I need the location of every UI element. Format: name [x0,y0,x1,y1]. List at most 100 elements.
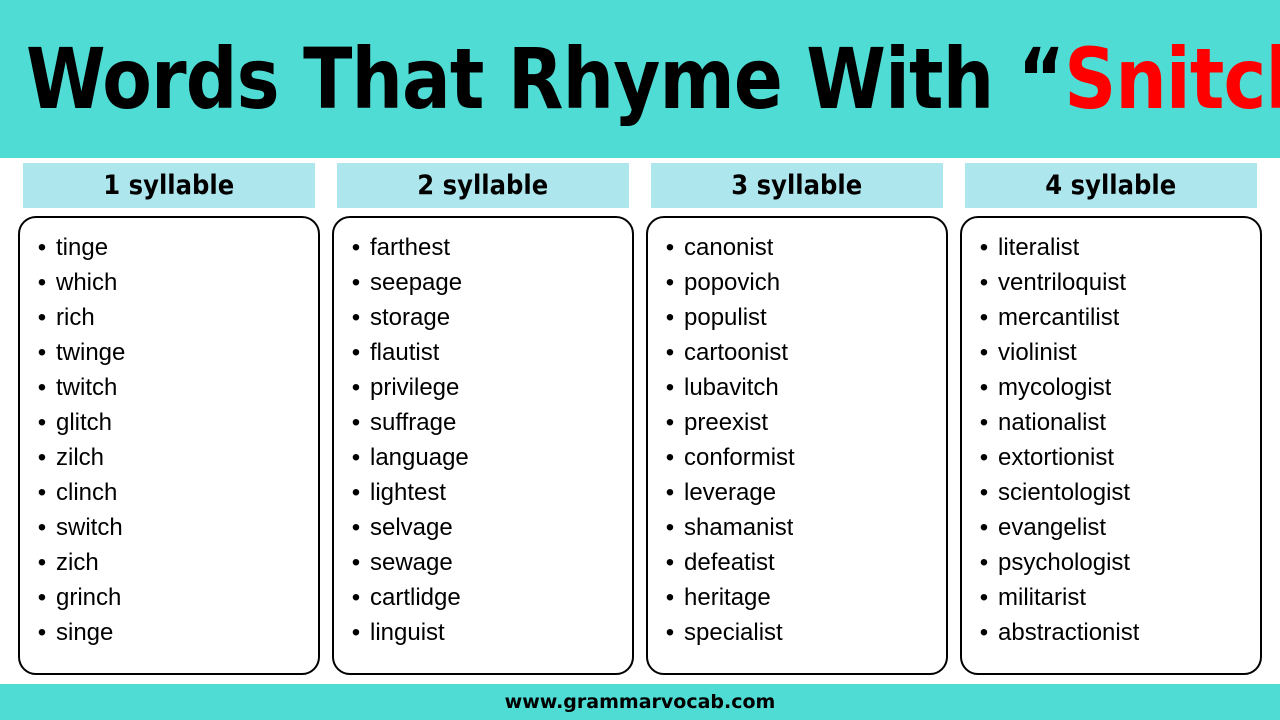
list-item: • literalist [970,230,1252,265]
bullet-icon: • [665,234,675,261]
bullet-icon: • [979,619,989,646]
bullet-icon: • [979,339,989,366]
bullet-icon: • [351,514,361,541]
opening-quote: “ [1017,30,1065,128]
bullet-icon: • [37,514,47,541]
bullet-icon: • [979,269,989,296]
bullet-icon: • [979,549,989,576]
word-label: cartoonist [684,339,789,366]
bullet-icon: • [37,444,47,471]
list-item: • seepage [342,265,624,300]
list-item: • specialist [656,615,938,650]
column-header-label-1: 1 syllable [103,170,235,201]
list-item: • preexist [656,405,938,440]
bullet-icon: • [37,374,47,401]
list-item: • tinge [28,230,310,265]
bullet-icon: • [351,619,361,646]
word-list-2: • farthest • seepage • storage • flautist • p… [342,230,624,650]
bullet-icon: • [37,339,47,366]
word-label: canonist [684,234,774,261]
bullet-icon: • [979,479,989,506]
list-item: • farthest [342,230,624,265]
list-item: • conformist [656,440,938,475]
word-label: populist [684,304,767,331]
page-title-prefix: Words That Rhyme With [26,30,1018,128]
bullet-icon: • [979,409,989,436]
bullet-icon: • [665,514,675,541]
bullet-icon: • [665,304,675,331]
word-label: cartlidge [370,584,461,611]
word-list-4: • literalist • ventriloquist • mercantilist… [970,230,1252,650]
list-item: • heritage [656,580,938,615]
column-header-2: 2 syllable [337,163,629,208]
bullet-icon: • [665,444,675,471]
word-label: selvage [370,514,453,541]
list-item: • psychologist [970,545,1252,580]
syllable-column-1: 1 syllable • tinge • which • rich • twinge •… [18,163,320,675]
bullet-icon: • [37,409,47,436]
list-item: • lightest [342,475,624,510]
column-header-label-2: 2 syllable [417,170,549,201]
bullet-icon: • [351,409,361,436]
list-item: • mycologist [970,370,1252,405]
word-label: scientologist [998,479,1131,506]
bullet-icon: • [665,409,675,436]
bullet-icon: • [351,584,361,611]
page-title: Words That Rhyme With “Snitch” [26,37,1280,121]
list-item: • selvage [342,510,624,545]
list-item: • grinch [28,580,310,615]
list-item: • canonist [656,230,938,265]
list-item: • cartlidge [342,580,624,615]
bullet-icon: • [351,374,361,401]
syllable-column-2: 2 syllable • farthest • seepage • storage •… [332,163,634,675]
word-label: extortionist [998,444,1115,471]
bullet-icon: • [665,339,675,366]
list-item: • leverage [656,475,938,510]
bullet-icon: • [351,304,361,331]
column-header-4: 4 syllable [965,163,1257,208]
bullet-icon: • [351,269,361,296]
word-card-2: • farthest • seepage • storage • flautist • p… [332,216,634,675]
word-label: suffrage [370,409,457,436]
list-item: • popovich [656,265,938,300]
website-url: www.grammarvocab.com [504,691,776,713]
bullet-icon: • [351,444,361,471]
list-item: • storage [342,300,624,335]
word-list-3: • canonist • popovich • populist • cartoonis… [656,230,938,650]
word-label: nationalist [998,409,1107,436]
bullet-icon: • [37,479,47,506]
word-label: switch [56,514,123,541]
word-label: defeatist [684,549,775,576]
word-label: mercantilist [998,304,1120,331]
bullet-icon: • [665,479,675,506]
syllable-columns: 1 syllable • tinge • which • rich • twinge •… [0,163,1280,675]
word-label: specialist [684,619,783,646]
word-list-1: • tinge • which • rich • twinge • twitch • gli… [28,230,310,650]
bullet-icon: • [37,549,47,576]
word-label: zich [56,549,99,576]
list-item: • language [342,440,624,475]
word-card-4: • literalist • ventriloquist • mercantilist… [960,216,1262,675]
bullet-icon: • [37,269,47,296]
word-label: twinge [56,339,126,366]
word-label: tinge [56,234,109,261]
syllable-column-4: 4 syllable • literalist • ventriloquist • m… [960,163,1262,675]
bullet-icon: • [37,584,47,611]
word-label: shamanist [684,514,794,541]
bullet-icon: • [979,444,989,471]
list-item: • extortionist [970,440,1252,475]
word-label: conformist [684,444,795,471]
word-label: seepage [370,269,463,296]
list-item: • scientologist [970,475,1252,510]
bullet-icon: • [351,549,361,576]
column-header-3: 3 syllable [651,163,943,208]
footer-banner: www.grammarvocab.com [0,684,1280,720]
list-item: • twinge [28,335,310,370]
word-label: evangelist [998,514,1107,541]
word-label: clinch [56,479,118,506]
word-label: privilege [370,374,460,401]
word-label: literalist [998,234,1080,261]
bullet-icon: • [665,374,675,401]
word-label: ventriloquist [998,269,1127,296]
word-label: mycologist [998,374,1112,401]
